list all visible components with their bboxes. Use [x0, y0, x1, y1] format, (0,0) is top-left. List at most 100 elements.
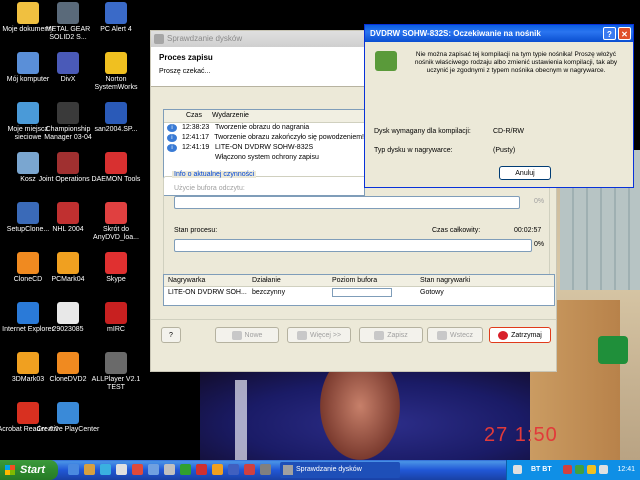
drive-col-state[interactable]: Stan nagrywarki — [416, 275, 506, 286]
desktop-icon[interactable]: Skype — [84, 252, 148, 284]
quicklaunch-explorer-icon[interactable] — [116, 464, 127, 475]
info-icon: i — [167, 124, 177, 132]
desktop-icon[interactable]: PC Alert 4 — [84, 2, 148, 34]
shortcut-icon — [105, 102, 127, 124]
tray-icon-1[interactable] — [513, 465, 522, 474]
process-pct: 0% — [534, 241, 545, 248]
drive-row[interactable]: LITE-ON DVDRW SOH... bezczynny Gotowy — [164, 287, 554, 298]
anydvd-icon — [105, 202, 127, 224]
total-time-value: 00:02:57 — [514, 227, 542, 234]
desktop-icon[interactable]: Skrót do AnyDVD_loa... — [84, 202, 148, 242]
system-tray: BT BT 12:41 — [506, 460, 640, 480]
quicklaunch-app6-icon[interactable] — [212, 464, 223, 475]
quicklaunch-media-icon[interactable] — [100, 464, 111, 475]
tray-icon-3[interactable] — [575, 465, 584, 474]
quicklaunch-app5-icon[interactable] — [196, 464, 207, 475]
drive-disc-label: Typ dysku w nagrywarce: — [374, 147, 453, 154]
tray-icon-4[interactable] — [587, 465, 596, 474]
cancel-button[interactable]: Anuluj — [499, 166, 551, 180]
quicklaunch-app9-icon[interactable] — [260, 464, 271, 475]
quicklaunch-desktop-icon[interactable] — [84, 464, 95, 475]
desktop-icon-label: Skype — [106, 276, 126, 283]
drive-table[interactable]: Nagrywarka Działanie Poziom bufora Stan … — [163, 274, 555, 306]
quicklaunch-app3-icon[interactable] — [164, 464, 175, 475]
desktop-icon[interactable]: Creative PlayCenter — [36, 402, 100, 434]
pc-alert-icon — [105, 2, 127, 24]
app-icon — [154, 34, 164, 44]
taskbar-item-disc-check[interactable]: Sprawdzanie dysków — [280, 462, 400, 478]
quicklaunch-app8-icon[interactable] — [244, 464, 255, 475]
dialog-message: Nie można zapisać tej kompilacji na tym … — [414, 51, 618, 74]
start-button[interactable]: Start — [0, 460, 58, 480]
drive-col-action[interactable]: Działanie — [248, 275, 328, 286]
drive-col-buffer[interactable]: Poziom bufora — [328, 275, 416, 286]
tray-volume-icon[interactable] — [599, 465, 608, 474]
buffer-usage-bar — [174, 196, 520, 209]
log-row[interactable]: i 12:38:23 Tworzenie obrazu do nagrania — [164, 123, 364, 133]
drive-col-drive[interactable]: Nagrywarka — [164, 275, 248, 286]
stop-button[interactable]: Zatrzymaj — [489, 327, 551, 343]
log-col-event[interactable]: Wydarzenie — [212, 110, 249, 122]
button-bar: ? Nowe Więcej >> Zapisz Wstecz Zatrzymaj — [151, 319, 556, 350]
desktop-icon-label: DAEMON Tools — [91, 176, 141, 183]
tray-bt-label[interactable]: BT BT — [531, 460, 552, 480]
dialog-help-button[interactable]: ? — [603, 27, 616, 40]
info-icon: i — [167, 144, 177, 152]
dialog-titlebar[interactable]: DVDRW SOHW-832S: Oczekiwanie na nośnik ?… — [365, 25, 633, 42]
log-row[interactable]: i 12:41:17 Tworzenie obrazu zakończyło się… — [164, 133, 364, 143]
blank-icon — [167, 154, 177, 162]
info-icon: i — [167, 134, 177, 142]
dialog-title: DVDRW SOHW-832S: Oczekiwanie na nośnik — [370, 29, 541, 38]
help-button[interactable]: ? — [161, 327, 181, 343]
log-event: Włączono system ochrony zapisu — [215, 154, 319, 161]
log-time: 12:38:23 — [182, 124, 210, 131]
log-time: 12:41:17 — [181, 134, 210, 141]
log-row[interactable]: i 12:41:19 LITE-ON DVDRW SOHW-832S — [164, 143, 364, 153]
current-activity-group: Info o aktualnej czynności Użycie bufora… — [163, 171, 550, 286]
quicklaunch-ie-icon[interactable] — [68, 464, 79, 475]
log-row[interactable]: Włączono system ochrony zapisu — [164, 153, 364, 163]
total-time-label: Czas całkowity: — [432, 227, 481, 234]
desktop-icon[interactable]: ALLPlayer V2.1 TEST — [84, 352, 148, 392]
desktop-icon[interactable]: Norton SystemWorks — [84, 52, 148, 92]
new-button[interactable]: Nowe — [215, 327, 279, 343]
desktop-icon-label: Norton SystemWorks — [94, 76, 138, 91]
tray-icon-2[interactable] — [563, 465, 572, 474]
quicklaunch-app7-icon[interactable] — [228, 464, 239, 475]
new-button-label: Nowe — [244, 332, 263, 339]
clonedvd-icon — [57, 352, 79, 374]
save-icon — [374, 330, 385, 340]
mirc-icon — [105, 302, 127, 324]
more-icon — [296, 330, 307, 340]
buffer-usage-pct: 0% — [534, 198, 545, 205]
log-col-time[interactable]: Czas — [164, 110, 212, 122]
skype-icon — [105, 252, 127, 274]
windows-flag-icon — [5, 465, 15, 475]
desktop-icon[interactable]: san2004.SP... — [84, 102, 148, 134]
back-button-label: Wstecz — [450, 332, 473, 339]
quicklaunch-app2-icon[interactable] — [148, 464, 159, 475]
back-button[interactable]: Wstecz — [427, 327, 483, 343]
desktop-icon[interactable]: mIRC — [84, 302, 148, 334]
desktop-icon-label: Skrót do AnyDVD_loa... — [93, 226, 139, 241]
joint-ops-icon — [57, 152, 79, 174]
burner-icon — [375, 51, 397, 71]
dialog-close-button[interactable]: ✕ — [618, 27, 631, 40]
pcmark-icon — [57, 252, 79, 274]
save-button[interactable]: Zapisz — [359, 327, 423, 343]
wallpaper-photo-skin — [320, 370, 400, 460]
log-event: Tworzenie obrazu do nagrania — [215, 124, 310, 131]
desktop-icon[interactable]: DAEMON Tools — [84, 152, 148, 184]
drive-buffer-level — [328, 287, 416, 298]
back-icon — [437, 330, 448, 340]
quicklaunch-app4-icon[interactable] — [180, 464, 191, 475]
taskbar-item-label: Sprawdzanie dysków — [296, 466, 362, 473]
more-button[interactable]: Więcej >> — [287, 327, 351, 343]
desktop-icon-label: PC Alert 4 — [100, 26, 132, 33]
new-icon — [231, 330, 242, 340]
start-label: Start — [20, 464, 46, 476]
window-title: Sprawdzanie dysków — [167, 34, 243, 43]
creative-icon — [57, 402, 79, 424]
quicklaunch-app-icon[interactable] — [132, 464, 143, 475]
nhl-icon — [57, 202, 79, 224]
